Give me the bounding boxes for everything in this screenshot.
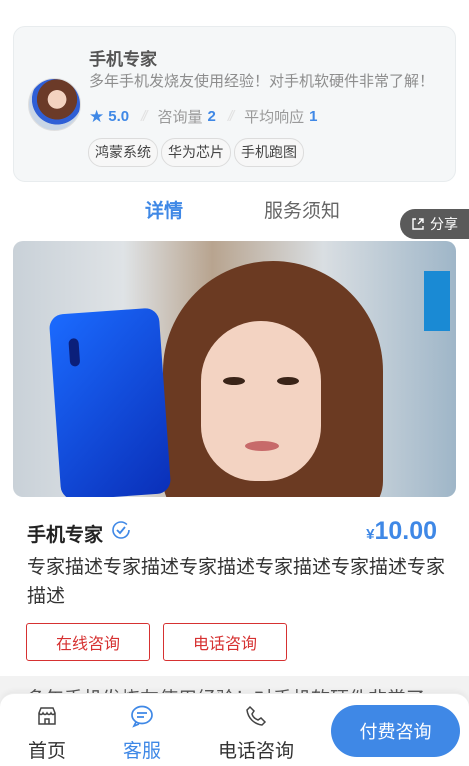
- nav-home-label: 首页: [27, 741, 66, 762]
- tag[interactable]: 手机跑图: [234, 138, 304, 167]
- price-amount: 10.00: [374, 517, 437, 545]
- star-icon: ★: [89, 106, 105, 126]
- expert-card: 手机专家 多年手机发烧友使用经验！对手机软硬件非常了解！ ★ 5.0 // 咨询…: [13, 26, 456, 182]
- response-value: 1: [309, 108, 318, 125]
- home-icon: [38, 707, 56, 725]
- price: ¥10.00: [366, 517, 437, 546]
- phone-consult-button[interactable]: 电话咨询: [163, 623, 287, 661]
- phone-icon: [246, 705, 267, 726]
- tag[interactable]: 鸿蒙系统: [88, 138, 158, 167]
- paid-consult-button[interactable]: 付费咨询: [331, 705, 460, 757]
- tag[interactable]: 华为芯片: [161, 138, 231, 167]
- hero-eye: [223, 377, 245, 385]
- chat-icon: [131, 705, 153, 728]
- share-button[interactable]: 分享: [400, 209, 469, 239]
- verified-icon: [112, 521, 130, 539]
- avatar[interactable]: [28, 78, 81, 131]
- tab-details[interactable]: 详情: [145, 196, 183, 223]
- info-name: 手机专家: [27, 525, 104, 546]
- hero-lips: [245, 441, 279, 451]
- bottom-nav: 首页 客服 电话咨询 付费咨询: [0, 693, 469, 766]
- info-description: 专家描述专家描述专家描述专家描述专家描述专家描述: [27, 557, 446, 607]
- expert-description: 多年手机发烧友使用经验！对手机软硬件非常了解！: [89, 73, 435, 90]
- rating-value: 5.0: [108, 108, 130, 125]
- nav-call[interactable]: 电话咨询: [214, 704, 298, 763]
- stat-divider: //: [141, 108, 148, 125]
- hero-eye: [277, 377, 299, 385]
- hero-figure-face: [201, 321, 321, 481]
- stat-divider: //: [227, 108, 235, 125]
- response-label: 平均响应: [244, 109, 305, 126]
- expert-tags: 鸿蒙系统 华为芯片 手机跑图: [88, 138, 304, 167]
- detail-tabs: 详情 服务须知: [0, 196, 469, 226]
- nav-service[interactable]: 客服: [120, 704, 164, 763]
- nav-home[interactable]: 首页: [27, 704, 67, 763]
- consult-count: 2: [207, 108, 216, 125]
- phone-camera: [68, 338, 81, 367]
- share-label: 分享: [430, 216, 458, 232]
- info-title-row: 手机专家 ¥10.00: [27, 517, 437, 547]
- expert-stats: ★ 5.0 // 咨询量 2 // 平均响应 1: [89, 106, 318, 127]
- tab-service-notice[interactable]: 服务须知: [264, 196, 340, 223]
- expert-name: 手机专家: [89, 50, 157, 69]
- share-icon: [412, 218, 424, 230]
- hero-image: [13, 241, 456, 497]
- online-consult-button[interactable]: 在线咨询: [26, 623, 150, 661]
- nav-call-label: 电话咨询: [217, 741, 294, 762]
- background-sign: [424, 271, 450, 331]
- hero-phone: [48, 307, 172, 497]
- nav-service-label: 客服: [122, 741, 161, 762]
- consult-label: 咨询量: [157, 109, 203, 126]
